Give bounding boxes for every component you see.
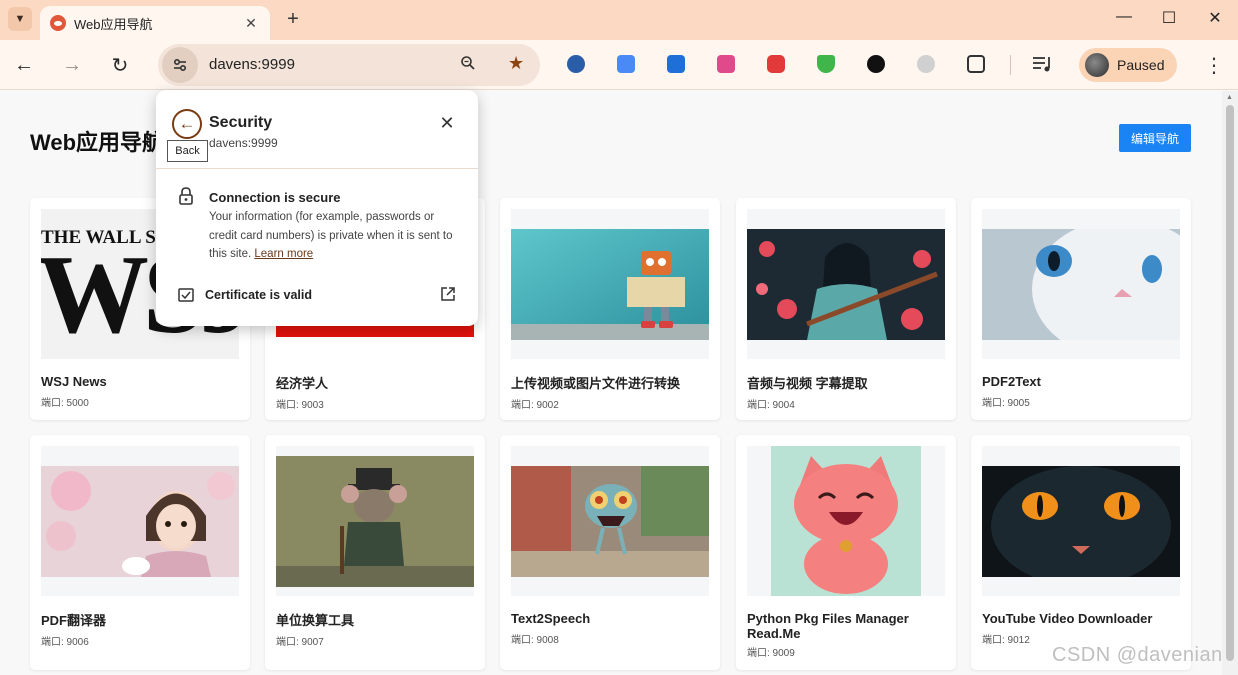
window-close-icon[interactable]: ✕ <box>1203 8 1227 28</box>
card-thumbnail <box>41 446 239 596</box>
app-card-pdf-translator[interactable]: PDF翻译器 端口: 9006 <box>30 435 250 670</box>
scroll-up-icon[interactable]: ▲ <box>1226 94 1233 101</box>
csdn-watermark: CSDN @davenian <box>1052 644 1223 666</box>
card-port: 端口: 9004 <box>747 400 795 411</box>
app-card-subtitles[interactable]: 音频与视频 字幕提取 端口: 9004 <box>736 198 956 420</box>
url-text[interactable]: davens:9999 <box>209 56 295 73</box>
back-arrow-icon[interactable]: ← <box>11 52 37 78</box>
new-tab-plus-icon[interactable]: + <box>282 8 304 31</box>
card-port: 端口: 9003 <box>276 400 324 411</box>
card-thumbnail <box>747 209 945 359</box>
tab-title: Web应用导航 <box>74 16 153 32</box>
profile-button[interactable]: Paused <box>1079 48 1177 82</box>
card-thumbnail <box>747 446 945 596</box>
certificate-valid-row[interactable]: Certificate is valid <box>205 288 312 302</box>
app-card-python-pkg[interactable]: Python Pkg Files Manager Read.Me 端口: 900… <box>736 435 956 670</box>
edit-nav-button[interactable]: 编辑导航 <box>1119 124 1191 152</box>
security-popup: ← Back Security davens:9999 ✕ Connection… <box>156 90 478 326</box>
translate-extension-icon[interactable] <box>617 55 635 73</box>
white-cat-image <box>982 228 1180 340</box>
more-menu-icon[interactable]: ⋮ <box>1204 53 1224 78</box>
app-card-unit-converter[interactable]: 单位换算工具 端口: 9007 <box>265 435 485 670</box>
card-title: PDF翻译器 <box>41 613 107 628</box>
download-circle-icon[interactable] <box>867 55 885 73</box>
card-thumbnail <box>982 446 1180 596</box>
card-port: 端口: 9008 <box>511 635 559 646</box>
app-card-pdf2text[interactable]: PDF2Text 端口: 9005 <box>971 198 1191 420</box>
media-playlist-icon[interactable] <box>1032 55 1050 73</box>
popup-title: Security <box>209 114 273 131</box>
pink-cat-image <box>771 446 921 596</box>
reload-icon[interactable]: ↻ <box>107 52 133 78</box>
browser-toolbar: ← → ↻ davens:9999 ★ Paused ⋮ <box>0 40 1238 90</box>
tab-search-chevron-icon[interactable]: ▼ <box>8 7 32 31</box>
connection-description-text: Your information (for example, passwords… <box>209 211 453 260</box>
card-port: 端口: 9007 <box>276 637 324 648</box>
card-port: 端口: 9002 <box>511 400 559 411</box>
avatar <box>1085 53 1109 77</box>
extensions-puzzle-icon[interactable] <box>967 55 985 73</box>
card-title: 音频与视频 字幕提取 <box>747 376 868 391</box>
tab-close-icon[interactable]: ✕ <box>242 15 260 32</box>
monster-image <box>511 465 709 577</box>
card-port: 端口: 9012 <box>982 635 1030 646</box>
anime-girl-image <box>747 228 945 340</box>
black-cat-image <box>982 465 1180 577</box>
title-bar: ▼ Web应用导航 ✕ + — ☐ ✕ <box>0 0 1238 40</box>
card-title: 上传视频或图片文件进行转换 <box>511 376 681 391</box>
card-thumbnail <box>276 446 474 596</box>
card-port: 端口: 5000 <box>41 398 89 409</box>
popup-divider <box>156 168 478 169</box>
app-card-text2speech[interactable]: Text2Speech 端口: 9008 <box>500 435 720 670</box>
back-tooltip: Back <box>167 140 208 162</box>
video-extension-icon[interactable] <box>767 55 785 73</box>
connection-description: Your information (for example, passwords… <box>209 208 459 264</box>
card-port: 端口: 9009 <box>747 648 795 659</box>
profile-label: Paused <box>1117 57 1165 73</box>
bookmark-star-icon[interactable]: ★ <box>508 53 524 74</box>
popup-close-icon[interactable]: ✕ <box>437 113 457 134</box>
app-card-youtube-downloader[interactable]: YouTube Video Downloader 端口: 9012 <box>971 435 1191 670</box>
card-thumbnail <box>982 209 1180 359</box>
download-extension-icon[interactable] <box>667 55 685 73</box>
address-bar[interactable]: davens:9999 ★ <box>158 44 540 86</box>
card-port: 端口: 9006 <box>41 637 89 648</box>
card-thumbnail <box>511 446 709 596</box>
lock-icon <box>178 187 194 210</box>
toolbar-divider <box>1010 55 1011 75</box>
card-title: Text2Speech <box>511 611 591 626</box>
shield-extension-icon[interactable] <box>817 55 835 73</box>
forward-arrow-icon[interactable]: → <box>59 52 85 78</box>
robot-image <box>511 228 709 340</box>
scroll-thumb[interactable] <box>1226 105 1234 661</box>
mouse-character-image <box>276 455 474 587</box>
card-title: WSJ News <box>41 374 107 389</box>
extension-1-icon[interactable] <box>567 55 585 73</box>
popup-back-arrow-icon[interactable]: ← <box>172 109 202 139</box>
girl-blossom-image <box>41 465 239 577</box>
card-title: PDF2Text <box>982 374 1041 389</box>
learn-more-link[interactable]: Learn more <box>254 248 313 260</box>
extension-gray-icon[interactable] <box>917 55 935 73</box>
card-title: YouTube Video Downloader <box>982 611 1153 626</box>
card-title: 单位换算工具 <box>276 613 355 628</box>
site-info-tune-icon[interactable] <box>162 47 198 83</box>
maximize-icon[interactable]: ☐ <box>1157 8 1181 28</box>
card-port: 端口: 9005 <box>982 398 1030 409</box>
zoom-icon[interactable] <box>460 55 476 75</box>
card-thumbnail <box>511 209 709 359</box>
active-tab[interactable]: Web应用导航 ✕ <box>40 6 270 40</box>
page-scrollbar[interactable]: ▲ <box>1222 91 1238 675</box>
card-title: 经济学人 <box>276 376 329 391</box>
page-title: Web应用导航 <box>30 130 165 155</box>
certificate-icon <box>178 288 194 307</box>
minimize-icon[interactable]: — <box>1112 8 1136 26</box>
card-title: Python Pkg Files Manager Read.Me <box>747 611 909 641</box>
connection-status-title: Connection is secure <box>209 190 341 205</box>
popup-subtitle: davens:9999 <box>209 136 278 150</box>
app-card-converter[interactable]: 上传视频或图片文件进行转换 端口: 9002 <box>500 198 720 420</box>
external-link-icon[interactable] <box>440 286 456 307</box>
tab-favicon-icon <box>50 15 66 31</box>
translator-extension-icon[interactable] <box>717 55 735 73</box>
